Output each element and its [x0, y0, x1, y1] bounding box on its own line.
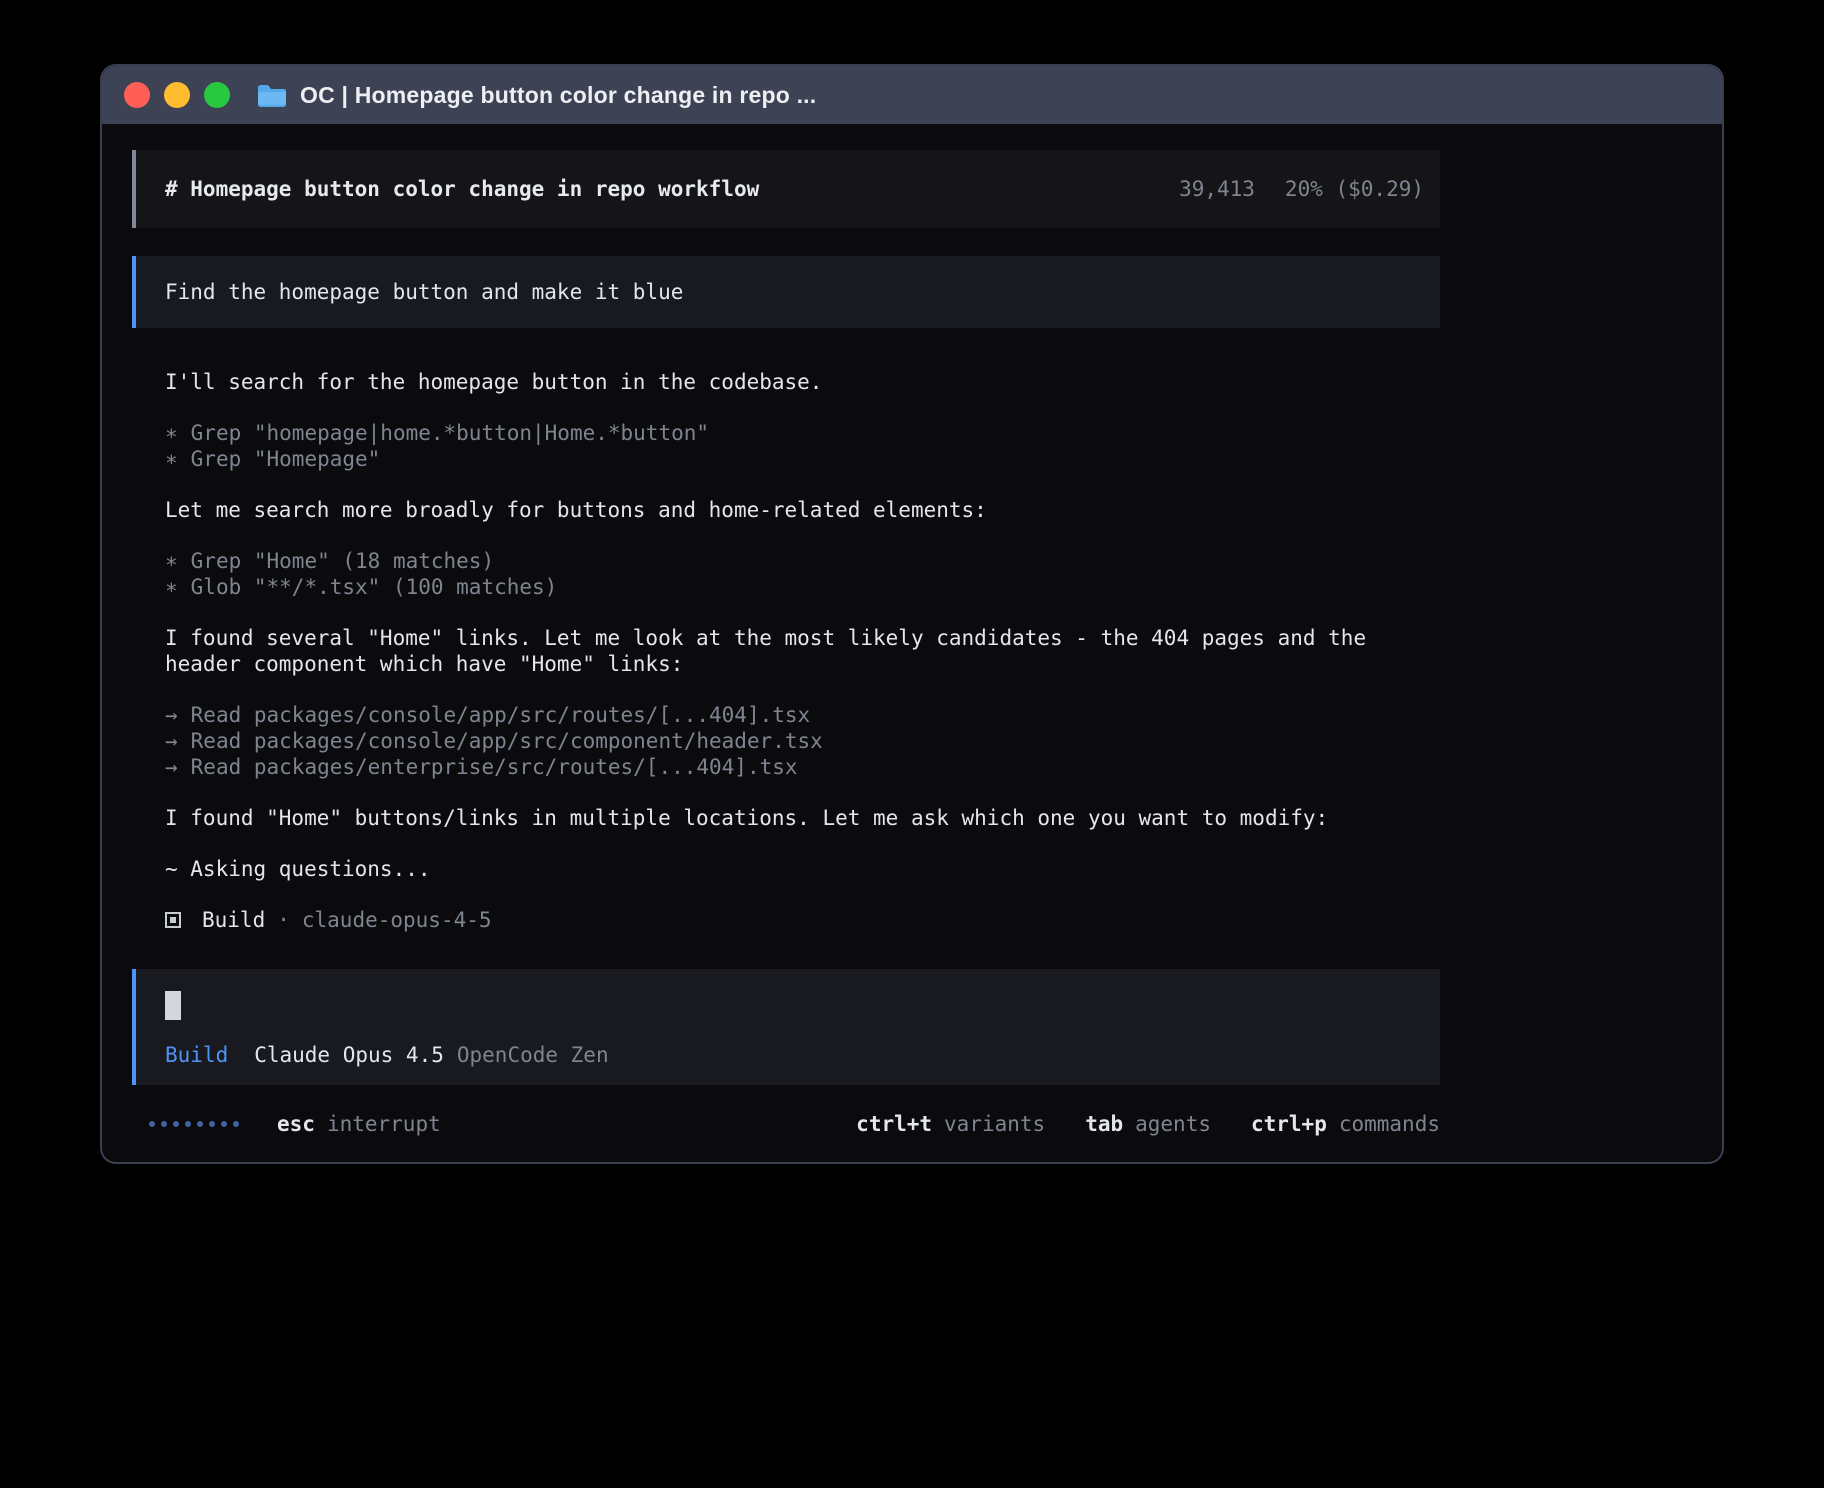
tool-call-text: Read packages/enterprise/src/routes/[...…: [191, 755, 798, 779]
tool-call-text: Grep "Home" (18 matches): [191, 549, 494, 573]
tool-call-read: → Read packages/console/app/src/routes/[.…: [165, 702, 1410, 728]
context-usage: 20% ($0.29): [1285, 177, 1424, 201]
tool-bullet-icon: ∗: [165, 447, 178, 471]
read-arrow-icon: →: [165, 755, 178, 779]
hint-label: variants: [944, 1112, 1045, 1136]
prompt-input[interactable]: Build Claude Opus 4.5 OpenCode Zen: [132, 969, 1440, 1085]
tool-call-text: Grep "homepage|home.*button|Home.*button…: [191, 421, 709, 445]
input-meta: Build Claude Opus 4.5 OpenCode Zen: [165, 1043, 1440, 1067]
agent-badge-icon: [165, 912, 181, 928]
tool-call-text: Grep "Homepage": [191, 447, 381, 471]
read-arrow-icon: →: [165, 703, 178, 727]
conversation: I'll search for the homepage button in t…: [165, 369, 1410, 882]
window-title: OC | Homepage button color change in rep…: [300, 82, 816, 109]
tool-call-text: Glob "**/*.tsx" (100 matches): [191, 575, 558, 599]
tool-bullet-icon: ∗: [165, 549, 178, 573]
status-bar-right: ctrl+t variants tab agents ctrl+p comman…: [856, 1112, 1440, 1136]
token-count: 39,413: [1179, 177, 1255, 201]
tool-call-grep: ∗ Grep "Home" (18 matches): [165, 548, 1410, 574]
key-esc: esc: [277, 1112, 315, 1136]
agent-status-row: Build · claude-opus-4-5: [165, 908, 1440, 932]
read-arrow-icon: →: [165, 729, 178, 753]
status-bar: esc interrupt ctrl+t variants tab agents…: [132, 1112, 1440, 1136]
assistant-text: I found several "Home" links. Let me loo…: [165, 625, 1410, 677]
model-label: Claude Opus 4.5: [254, 1043, 444, 1067]
zoom-button[interactable]: [204, 82, 230, 108]
key-ctrl-t: ctrl+t: [856, 1112, 932, 1136]
window-controls: [124, 82, 230, 108]
tool-call-text: Read packages/console/app/src/component/…: [191, 729, 823, 753]
window-titlebar: OC | Homepage button color change in rep…: [102, 66, 1722, 124]
tool-bullet-icon: ∗: [165, 421, 178, 445]
close-button[interactable]: [124, 82, 150, 108]
agent-model: claude-opus-4-5: [302, 908, 492, 932]
hint-label: interrupt: [327, 1112, 441, 1136]
session-header: # Homepage button color change in repo w…: [132, 150, 1440, 228]
tool-call-read: → Read packages/console/app/src/component…: [165, 728, 1410, 754]
user-message-text: Find the homepage button and make it blu…: [165, 280, 683, 304]
tool-bullet-icon: ∗: [165, 575, 178, 599]
session-title: # Homepage button color change in repo w…: [165, 177, 759, 201]
text-cursor: [165, 991, 181, 1020]
key-tab: tab: [1085, 1112, 1123, 1136]
assistant-activity-status: ~ Asking questions...: [165, 856, 1410, 882]
assistant-text: I'll search for the homepage button in t…: [165, 369, 1410, 395]
spinner-dots-icon: [149, 1121, 239, 1127]
session-stats: 39,413 20% ($0.29): [1179, 177, 1424, 201]
tool-call-grep: ∗ Grep "homepage|home.*button|Home.*butto…: [165, 420, 1410, 446]
mode-label: Build: [165, 1043, 228, 1067]
folder-icon: [256, 83, 286, 107]
assistant-text: I found "Home" buttons/links in multiple…: [165, 805, 1410, 831]
provider-label: OpenCode Zen: [457, 1043, 609, 1067]
hint-variants: ctrl+t variants: [856, 1112, 1045, 1136]
hint-commands: ctrl+p commands: [1251, 1112, 1440, 1136]
separator-dot: ·: [277, 908, 290, 932]
key-ctrl-p: ctrl+p: [1251, 1112, 1327, 1136]
assistant-text: Let me search more broadly for buttons a…: [165, 497, 1410, 523]
user-message: Find the homepage button and make it blu…: [132, 256, 1440, 328]
hint-interrupt: esc interrupt: [277, 1112, 441, 1136]
terminal-window: OC | Homepage button color change in rep…: [100, 64, 1724, 1164]
tool-call-read: → Read packages/enterprise/src/routes/[..…: [165, 754, 1410, 780]
hint-agents: tab agents: [1085, 1112, 1211, 1136]
tool-call-glob: ∗ Glob "**/*.tsx" (100 matches): [165, 574, 1410, 600]
tool-call-text: Read packages/console/app/src/routes/[..…: [191, 703, 811, 727]
agent-name: Build: [202, 908, 265, 932]
minimize-button[interactable]: [164, 82, 190, 108]
tool-call-grep: ∗ Grep "Homepage": [165, 446, 1410, 472]
hint-label: agents: [1135, 1112, 1211, 1136]
hint-label: commands: [1339, 1112, 1440, 1136]
